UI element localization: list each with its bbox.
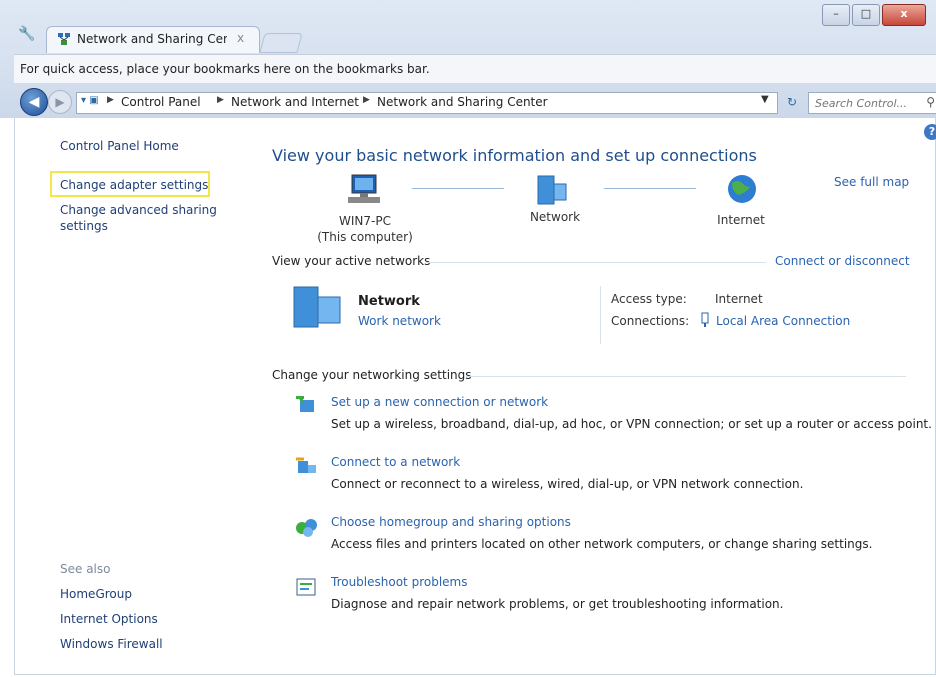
sidebar-control-panel-home[interactable]: Control Panel Home xyxy=(60,139,179,153)
see-also-heading: See also xyxy=(60,562,111,576)
task-desc-homegroup: Access files and printers located on oth… xyxy=(331,537,873,551)
access-type-label: Access type: xyxy=(611,292,687,306)
sidebar-change-advanced-sharing[interactable]: Change advanced sharing xyxy=(60,203,217,217)
close-window-button[interactable]: x xyxy=(882,4,926,26)
computer-sub: (This computer) xyxy=(317,230,413,244)
computer-name: WIN7-PC xyxy=(339,214,391,228)
connections-label: Connections: xyxy=(611,314,690,328)
access-type-value: Internet xyxy=(715,292,763,306)
section-divider xyxy=(426,262,766,263)
section-divider xyxy=(466,376,906,377)
network-building-icon xyxy=(537,175,567,205)
tab-title: Network and Sharing Cent xyxy=(77,32,227,46)
network-icon xyxy=(58,33,70,45)
vertical-divider xyxy=(600,286,601,344)
tab-close-button[interactable]: x xyxy=(237,31,244,45)
breadcrumb-network-internet[interactable]: Network and Internet xyxy=(231,95,359,109)
tab-network-sharing[interactable]: Network and Sharing Cent x xyxy=(46,26,260,53)
sidebar-change-advanced-sharing-line2[interactable]: settings xyxy=(60,219,108,233)
map-connector xyxy=(604,188,696,189)
address-dropdown-icon[interactable]: ▼ xyxy=(761,94,769,105)
explorer-nav-bar: ◀ ▶ ▾ ▣ ▶ Control Panel ▶ Network and In… xyxy=(14,84,936,116)
active-networks-heading: View your active networks xyxy=(272,254,431,268)
computer-icon xyxy=(348,174,380,203)
ethernet-icon xyxy=(701,312,709,327)
see-full-map-link[interactable]: See full map xyxy=(834,175,909,189)
connect-network-icon xyxy=(296,457,316,473)
sidebar-change-adapter-settings[interactable]: Change adapter settings xyxy=(60,178,208,192)
internet-node-label: Internet xyxy=(717,213,765,227)
task-desc-troubleshoot: Diagnose and repair network problems, or… xyxy=(331,597,784,611)
minimize-button[interactable]: – xyxy=(822,4,850,26)
troubleshoot-icon xyxy=(296,578,316,596)
network-building-large-icon xyxy=(293,286,341,328)
task-desc-connect-network: Connect or reconnect to a wireless, wire… xyxy=(331,477,804,491)
new-tab-button[interactable] xyxy=(259,33,303,53)
task-desc-new-connection: Set up a wireless, broadband, dial-up, a… xyxy=(331,417,932,431)
wrench-icon[interactable]: 🔧 xyxy=(18,26,36,44)
task-link-troubleshoot[interactable]: Troubleshoot problems xyxy=(331,575,467,589)
tab-strip: 🔧 Network and Sharing Cent x – □ x xyxy=(0,0,936,54)
local-area-connection-link[interactable]: Local Area Connection xyxy=(716,314,850,328)
bookmarks-bar: For quick access, place your bookmarks h… xyxy=(14,54,936,83)
sidebar-homegroup[interactable]: HomeGroup xyxy=(60,587,132,601)
breadcrumb-network-sharing[interactable]: Network and Sharing Center xyxy=(377,95,548,109)
new-connection-icon xyxy=(296,396,314,412)
globe-icon xyxy=(728,175,756,203)
settings-heading: Change your networking settings xyxy=(272,368,472,382)
task-link-new-connection[interactable]: Set up a new connection or network xyxy=(331,395,548,409)
search-box[interactable]: ⚲ xyxy=(808,92,936,114)
connect-disconnect-link[interactable]: Connect or disconnect xyxy=(775,254,910,268)
sidebar-windows-firewall[interactable]: Windows Firewall xyxy=(60,637,163,651)
map-connector xyxy=(412,188,504,189)
maximize-button[interactable]: □ xyxy=(852,4,880,26)
network-node-label: Network xyxy=(529,210,581,224)
back-button[interactable]: ◀ xyxy=(20,88,48,116)
refresh-icon[interactable]: ↻ xyxy=(782,92,802,112)
task-link-homegroup[interactable]: Choose homegroup and sharing options xyxy=(331,515,571,529)
sidebar-internet-options[interactable]: Internet Options xyxy=(60,612,158,626)
task-link-connect-network[interactable]: Connect to a network xyxy=(331,455,460,469)
browser-chrome: 🔧 Network and Sharing Cent x – □ x For q… xyxy=(0,0,936,118)
homegroup-icon xyxy=(296,519,317,537)
work-network-link[interactable]: Work network xyxy=(358,314,441,328)
breadcrumb-control-panel[interactable]: Control Panel xyxy=(121,95,201,109)
forward-button[interactable]: ▶ xyxy=(48,90,72,114)
search-input[interactable] xyxy=(813,94,925,112)
address-bar[interactable]: ▾ ▣ ▶ Control Panel ▶ Network and Intern… xyxy=(76,92,778,114)
address-network-icon: ▾ ▣ xyxy=(81,95,99,106)
help-icon[interactable]: ? xyxy=(924,124,936,140)
page-title: View your basic network information and … xyxy=(272,146,757,165)
chevron-right-icon[interactable]: ▶ xyxy=(363,95,370,105)
bookmarks-bar-text: For quick access, place your bookmarks h… xyxy=(20,62,430,76)
chevron-right-icon[interactable]: ▶ xyxy=(217,95,224,105)
active-network-name: Network xyxy=(358,294,420,309)
search-icon[interactable]: ⚲ xyxy=(926,95,935,109)
chevron-right-icon: ▶ xyxy=(107,95,114,105)
